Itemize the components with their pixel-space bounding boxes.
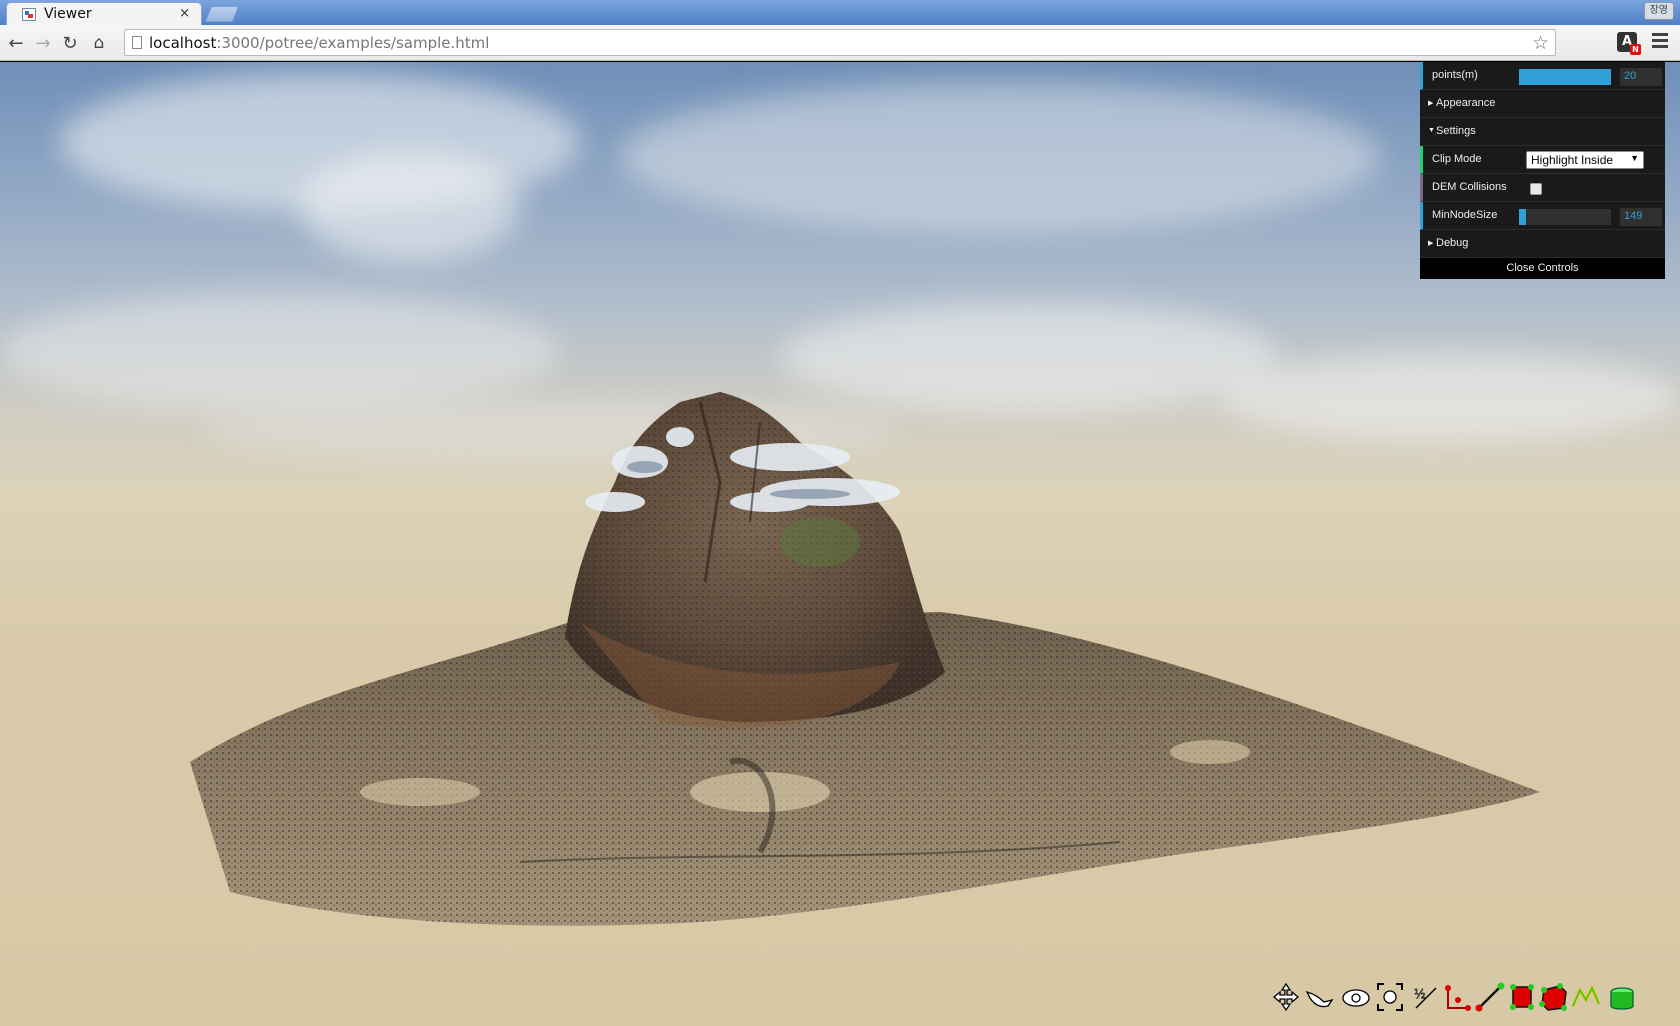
height-profile-icon[interactable]: [1570, 980, 1602, 1014]
potree-render-area[interactable]: points(m) 20 ▶ Appearance ▼ Settings Cli…: [0, 62, 1680, 1026]
controls-panel: points(m) 20 ▶ Appearance ▼ Settings Cli…: [1420, 62, 1665, 279]
tab-close-icon[interactable]: ×: [179, 6, 190, 21]
angle-measure-icon[interactable]: ½: [1410, 980, 1442, 1014]
points-label: points(m): [1432, 69, 1478, 81]
home-icon[interactable]: ⌂: [88, 32, 110, 54]
folder-settings[interactable]: ▼ Settings: [1420, 118, 1665, 146]
min-node-size-label: MinNodeSize: [1432, 209, 1498, 221]
focus-tool-icon[interactable]: [1374, 980, 1406, 1014]
caret-right-icon: ▶: [1428, 100, 1434, 107]
fly-tool-icon[interactable]: [1304, 980, 1336, 1014]
min-node-size-value-input[interactable]: 149: [1620, 208, 1662, 226]
orbit-tool-icon[interactable]: [1340, 980, 1372, 1014]
chrome-menu-icon[interactable]: [1652, 33, 1668, 51]
folder-debug[interactable]: ▶ Debug: [1420, 230, 1665, 258]
tab-title: Viewer: [44, 6, 92, 22]
close-controls-button[interactable]: Close Controls: [1420, 258, 1665, 279]
new-tab-button[interactable]: [204, 6, 240, 22]
url-text[interactable]: localhost:3000/potree/examples/sample.ht…: [149, 34, 489, 52]
clip-mode-label: Clip Mode: [1432, 153, 1482, 165]
clip-volume-icon[interactable]: [1606, 980, 1638, 1014]
dropdown-arrow-icon: ▼: [1630, 153, 1639, 163]
dem-collisions-label: DEM Collisions: [1432, 181, 1507, 193]
folder-appearance[interactable]: ▶ Appearance: [1420, 90, 1665, 118]
min-node-size-slider[interactable]: [1519, 209, 1611, 225]
min-node-size-row: MinNodeSize 149: [1420, 202, 1665, 230]
point-measure-icon[interactable]: [1442, 980, 1474, 1014]
forward-arrow-icon[interactable]: →: [32, 32, 54, 54]
clip-mode-row: Clip Mode Highlight Inside ▼: [1420, 146, 1665, 174]
browser-toolbar: ← → ↻ ⌂ localhost:3000/potree/examples/s…: [0, 25, 1680, 61]
dem-collisions-checkbox[interactable]: [1530, 183, 1542, 195]
distance-measure-icon[interactable]: [1474, 980, 1506, 1014]
points-value-input[interactable]: 20: [1620, 68, 1662, 86]
folder-debug-label: Debug: [1436, 237, 1469, 249]
back-arrow-icon[interactable]: ←: [5, 32, 27, 54]
points-slider[interactable]: [1519, 69, 1611, 85]
page-icon: [132, 36, 142, 49]
folder-appearance-label: Appearance: [1436, 97, 1496, 109]
area-measure-icon[interactable]: [1506, 980, 1538, 1014]
caret-right-icon: ▶: [1428, 240, 1434, 247]
bookmark-star-icon[interactable]: ☆: [1532, 32, 1549, 54]
volume-measure-icon[interactable]: [1538, 980, 1570, 1014]
folder-settings-label: Settings: [1436, 125, 1476, 137]
points-slider-fill: [1519, 69, 1611, 85]
extension-icon[interactable]: AN: [1617, 32, 1641, 55]
dem-collisions-row: DEM Collisions: [1420, 174, 1665, 202]
tab-strip: Viewer × 장영: [0, 0, 1680, 25]
min-node-size-slider-fill: [1519, 209, 1527, 225]
clip-mode-select[interactable]: Highlight Inside ▼: [1526, 151, 1644, 169]
svg-text:½: ½: [1414, 987, 1426, 1001]
caret-down-icon: ▼: [1428, 127, 1435, 134]
profile-badge[interactable]: 장영: [1643, 2, 1674, 20]
favicon-icon: [22, 8, 36, 21]
browser-tab[interactable]: Viewer ×: [6, 2, 202, 25]
reload-icon[interactable]: ↻: [59, 32, 81, 54]
address-bar[interactable]: localhost:3000/potree/examples/sample.ht…: [124, 29, 1556, 56]
move-tool-icon[interactable]: [1270, 980, 1302, 1014]
points-slider-row: points(m) 20: [1420, 62, 1665, 90]
